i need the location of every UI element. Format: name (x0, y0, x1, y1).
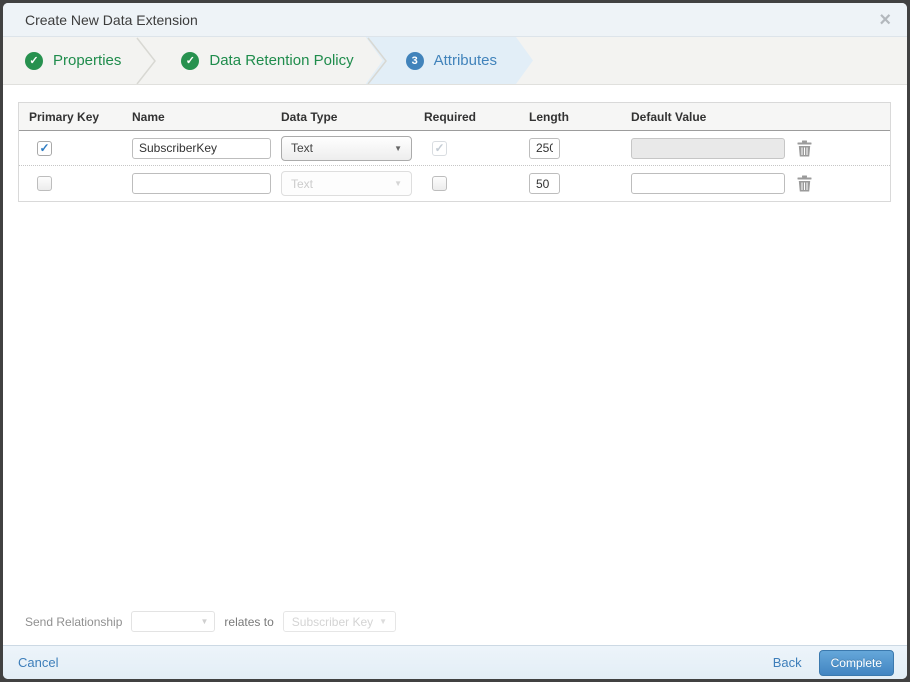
send-relationship-select: ▼ (131, 611, 216, 632)
send-relationship-label: Send Relationship (25, 614, 123, 629)
create-data-extension-modal: Create New Data Extension × ✓ Properties… (3, 3, 907, 679)
primary-key-checkbox[interactable]: ✓ (37, 140, 52, 156)
wizard-step-attributes[interactable]: 3 Attributes (366, 37, 533, 84)
step-separator-icon (136, 37, 157, 84)
relates-to-field-value: Subscriber Key (291, 614, 374, 629)
data-type-value: Text (291, 141, 314, 155)
data-type-select: Text ▼ (281, 171, 412, 196)
chevron-down-icon: ▼ (394, 143, 402, 153)
close-icon[interactable]: × (879, 10, 891, 30)
modal-title: Create New Data Extension (25, 11, 198, 28)
required-checkbox[interactable] (432, 176, 447, 191)
chevron-down-icon: ▼ (394, 179, 402, 188)
step-label: Data Retention Policy (209, 52, 354, 69)
required-checkbox: ✓ (432, 140, 447, 156)
default-value-field[interactable] (631, 173, 785, 194)
column-header-name: Name (132, 109, 165, 124)
footer-actions: Back Complete (773, 649, 894, 676)
cancel-button[interactable]: Cancel (18, 655, 58, 670)
column-header-primary-key: Primary Key (29, 109, 100, 124)
relates-to-label: relates to (224, 614, 274, 629)
modal-titlebar: Create New Data Extension × (3, 3, 907, 37)
table-row: Text ▼ (19, 166, 890, 201)
back-button[interactable]: Back (773, 655, 802, 670)
attributes-panel: Primary Key Name Data Type Required Leng… (3, 85, 907, 645)
wizard-step-properties[interactable]: ✓ Properties (3, 37, 135, 84)
step-complete-check-icon: ✓ (25, 51, 43, 70)
attributes-table: Primary Key Name Data Type Required Leng… (18, 102, 891, 202)
step-label: Attributes (433, 52, 497, 69)
name-field[interactable] (132, 137, 271, 159)
data-type-value: Text (291, 176, 314, 191)
send-relationship-row: Send Relationship ▼ relates to Subscribe… (3, 611, 907, 645)
delete-row-icon[interactable] (797, 140, 890, 157)
column-header-required: Required (424, 109, 477, 124)
length-field[interactable] (529, 137, 560, 159)
chevron-down-icon: ▼ (200, 617, 209, 626)
length-field[interactable] (529, 173, 560, 194)
step-label: Properties (53, 52, 122, 69)
complete-button[interactable]: Complete (818, 649, 894, 676)
column-header-data-type: Data Type (281, 109, 338, 124)
step-separator-icon (367, 37, 387, 84)
name-field[interactable] (132, 173, 271, 194)
data-type-select[interactable]: Text ▼ (281, 135, 412, 161)
checkbox-check-icon: ✓ (434, 141, 445, 155)
step-number-badge: 3 (406, 52, 424, 70)
modal-footer: Cancel Back Complete (3, 645, 907, 679)
default-value-field (631, 137, 785, 159)
primary-key-checkbox[interactable] (37, 176, 52, 191)
delete-row-icon[interactable] (797, 175, 890, 192)
wizard-step-data-retention-policy[interactable]: ✓ Data Retention Policy (157, 37, 365, 84)
chevron-down-icon: ▼ (379, 617, 388, 626)
column-header-default-value: Default Value (631, 109, 707, 124)
column-header-length: Length (529, 109, 569, 124)
step-complete-check-icon: ✓ (181, 51, 200, 70)
checkbox-check-icon: ✓ (39, 141, 50, 155)
wizard-steps: ✓ Properties ✓ Data Retention Policy 3 A… (3, 37, 907, 85)
table-row: ✓ Text ▼ ✓ (19, 131, 890, 166)
relates-to-field-select: Subscriber Key ▼ (282, 611, 397, 632)
table-header-row: Primary Key Name Data Type Required Leng… (19, 103, 890, 131)
